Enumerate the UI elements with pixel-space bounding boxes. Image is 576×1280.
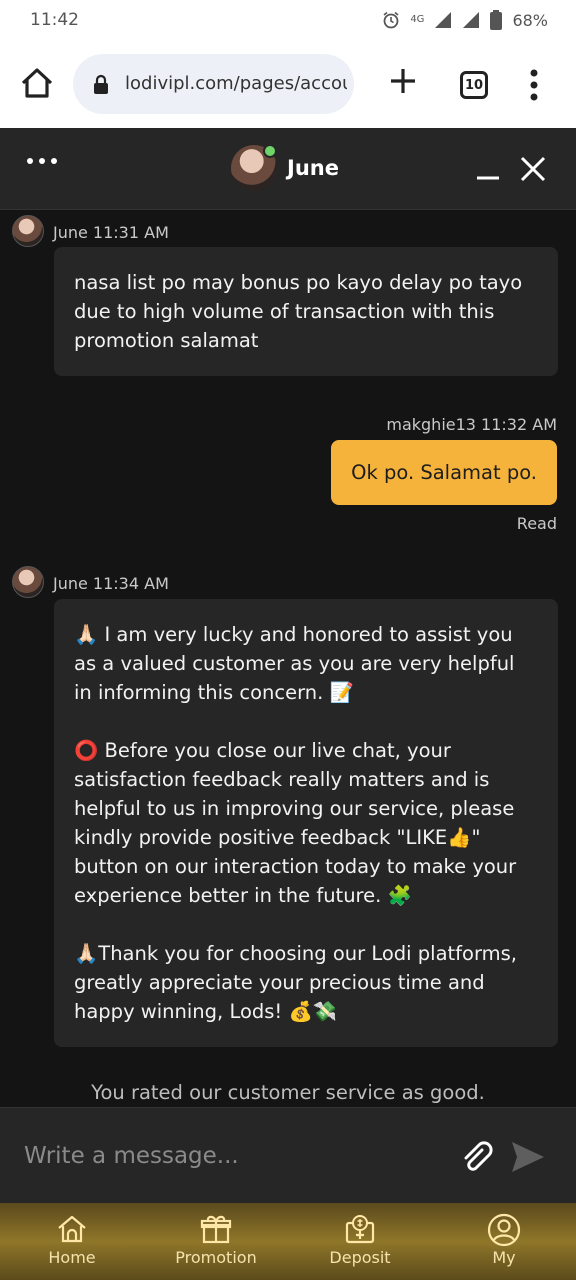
message-meta: makghie13 11:32 AM [386,415,557,434]
bottom-navigation: Home Promotion Deposit My [0,1203,576,1280]
agent-name: June [287,156,339,180]
message-paragraph: 🙏🏻Thank you for choosing our Lodi platfo… [74,942,518,1023]
message-composer [0,1107,576,1203]
message-paragraph: ⭕ Before you close our live chat, your s… [74,739,517,907]
status-bar: 11:42 4G 68% [0,0,576,44]
tab-switcher-button[interactable]: 10 [460,71,488,99]
signal-icon [435,12,452,28]
battery-icon [490,10,503,30]
agent-message-bubble: 🙏🏻 I am very lucky and honored to assist… [54,599,558,1047]
nav-my[interactable]: My [432,1203,576,1280]
attachment-icon[interactable] [460,1141,494,1175]
status-icons: 4G 68% [382,10,548,30]
message-meta: June 11:34 AM [53,574,169,593]
message-meta: June 11:31 AM [53,223,169,242]
user-icon [487,1213,521,1247]
browser-toolbar: lodivipl.com/pages/accou 10 [0,44,576,128]
chat-header: June [0,128,576,210]
new-tab-icon[interactable] [388,66,418,96]
nav-home[interactable]: Home [0,1203,144,1280]
deposit-icon [345,1215,375,1244]
signal-icon-2 [463,12,480,28]
agent-avatar-small [12,566,44,598]
home-icon [58,1215,86,1243]
agent-message-bubble: nasa list po may bonus po kayo delay po … [54,247,558,376]
nav-promotion[interactable]: Promotion [144,1203,288,1280]
home-icon[interactable] [20,66,54,100]
gift-icon [200,1215,232,1244]
message-paragraph: 🙏🏻 I am very lucky and honored to assist… [74,623,515,704]
message-list[interactable]: June 11:31 AM nasa list po may bonus po … [0,211,576,1107]
options-icon[interactable] [26,156,58,166]
nav-label: Deposit [329,1248,391,1267]
rating-notice: You rated our customer service as good. [91,1081,485,1104]
message-input[interactable] [24,1138,444,1174]
address-bar[interactable]: lodivipl.com/pages/accou [73,54,354,114]
message-text: Ok po. Salamat po. [351,461,537,484]
message-text: nasa list po may bonus po kayo delay po … [74,271,523,352]
alarm-icon [383,11,399,29]
url-text[interactable]: lodivipl.com/pages/accou [125,73,347,94]
read-receipt: Read [516,514,557,533]
send-icon[interactable] [510,1140,546,1174]
more-menu-icon[interactable] [526,68,542,102]
online-status-icon [263,144,277,158]
lock-icon [94,74,108,94]
agent-avatar-small [12,215,44,247]
nav-label: My [492,1248,516,1267]
nav-label: Home [48,1248,96,1267]
status-time: 11:42 [30,10,79,30]
user-message-bubble: Ok po. Salamat po. [331,440,557,505]
nav-deposit[interactable]: Deposit [288,1203,432,1280]
nav-label: Promotion [175,1248,257,1267]
minimize-icon[interactable] [476,166,500,190]
network-type: 4G [410,14,425,25]
battery-level: 68% [512,10,548,30]
close-icon[interactable] [520,156,546,182]
